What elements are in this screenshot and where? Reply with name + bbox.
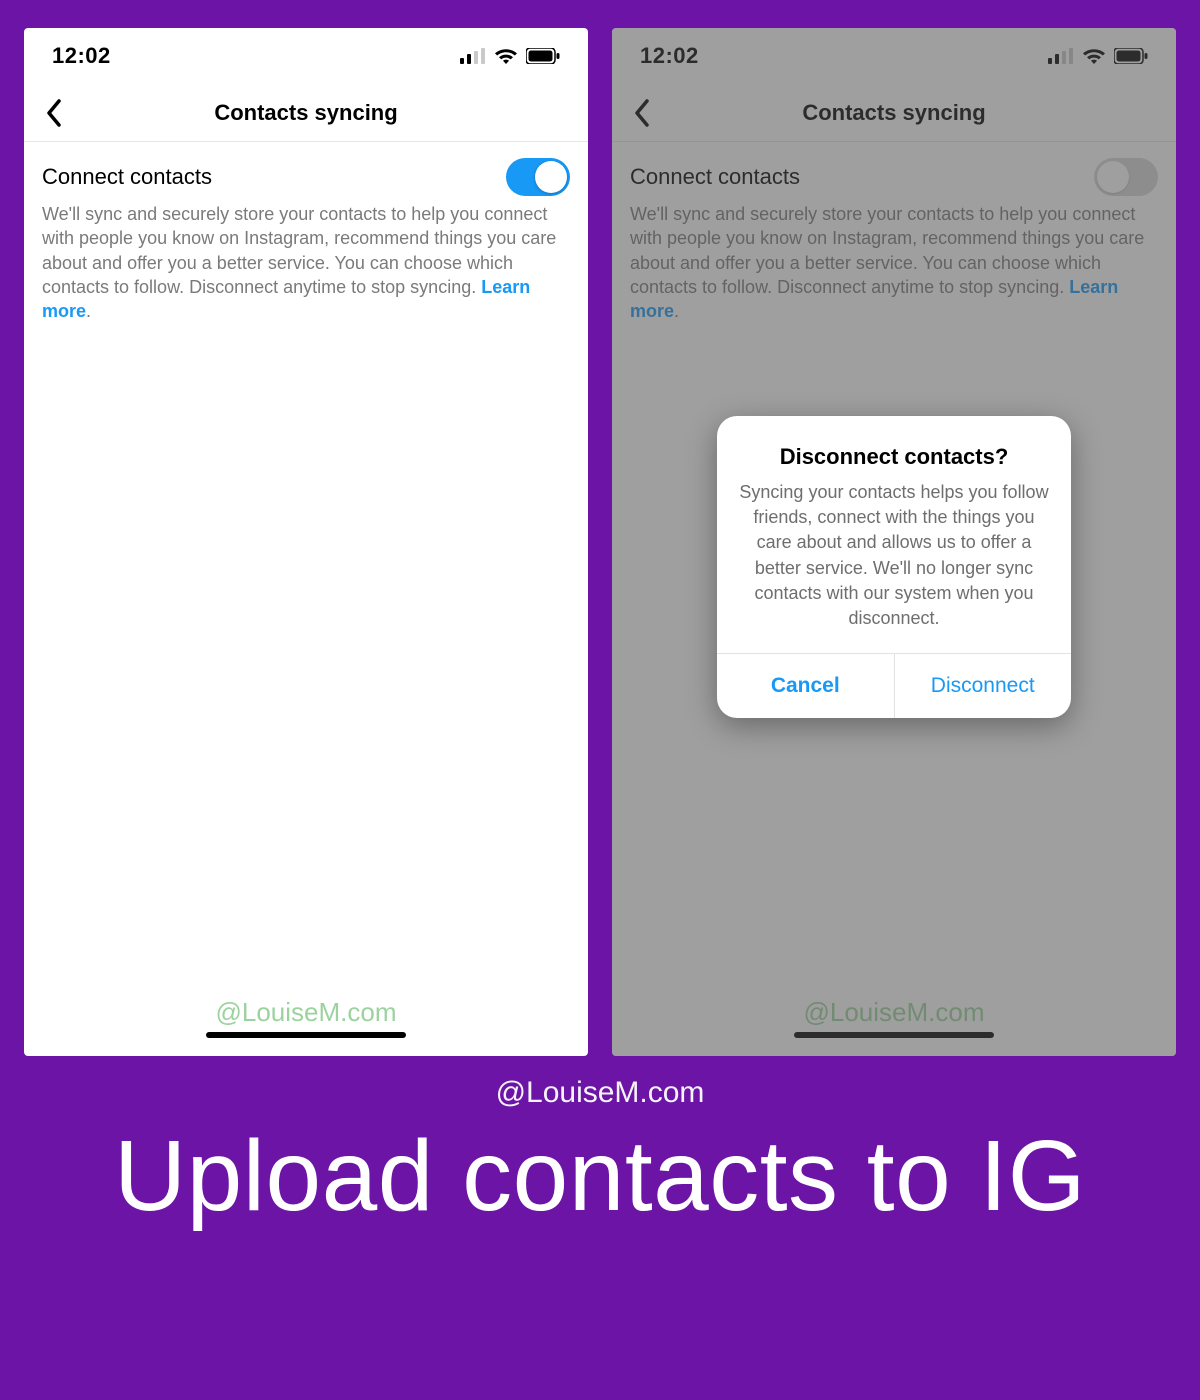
cancel-button[interactable]: Cancel [717, 654, 895, 718]
status-icons [460, 47, 560, 65]
description-period: . [86, 301, 91, 321]
dialog-title: Disconnect contacts? [739, 444, 1049, 470]
back-button[interactable] [34, 93, 74, 133]
toggle-knob [535, 161, 567, 193]
canvas: 12:02 [0, 0, 1200, 1400]
phones-row: 12:02 [0, 0, 1200, 1056]
disconnect-dialog: Disconnect contacts? Syncing your contac… [717, 416, 1071, 718]
connect-contacts-toggle[interactable] [506, 158, 570, 196]
page-title: Contacts syncing [24, 100, 588, 126]
phone-left: 12:02 [24, 28, 588, 1056]
caption-watermark: @LouiseM.com [0, 1076, 1200, 1110]
battery-icon [526, 48, 560, 64]
connect-contacts-label: Connect contacts [42, 164, 212, 190]
status-time: 12:02 [52, 43, 111, 69]
chevron-left-icon [45, 99, 63, 127]
wifi-icon [494, 47, 518, 65]
phone-right: 12:02 [612, 28, 1176, 1056]
connect-contacts-row: Connect contacts [42, 158, 570, 196]
caption-block: @LouiseM.com Upload contacts to IG [0, 1076, 1200, 1229]
content-area: Connect contacts We'll sync and securely… [24, 142, 588, 323]
caption-headline: Upload contacts to IG [0, 1124, 1200, 1229]
dialog-buttons: Cancel Disconnect [717, 653, 1071, 718]
home-indicator[interactable] [206, 1032, 406, 1038]
phone-watermark: @LouiseM.com [24, 997, 588, 1028]
dialog-text: Syncing your contacts helps you follow f… [739, 480, 1049, 631]
description-text: We'll sync and securely store your conta… [42, 204, 556, 297]
connect-contacts-description: We'll sync and securely store your conta… [42, 202, 570, 323]
disconnect-button[interactable]: Disconnect [895, 654, 1072, 718]
status-bar: 12:02 [24, 28, 588, 84]
cellular-signal-icon [460, 48, 486, 64]
page-header: Contacts syncing [24, 84, 588, 142]
dialog-body: Disconnect contacts? Syncing your contac… [717, 416, 1071, 653]
